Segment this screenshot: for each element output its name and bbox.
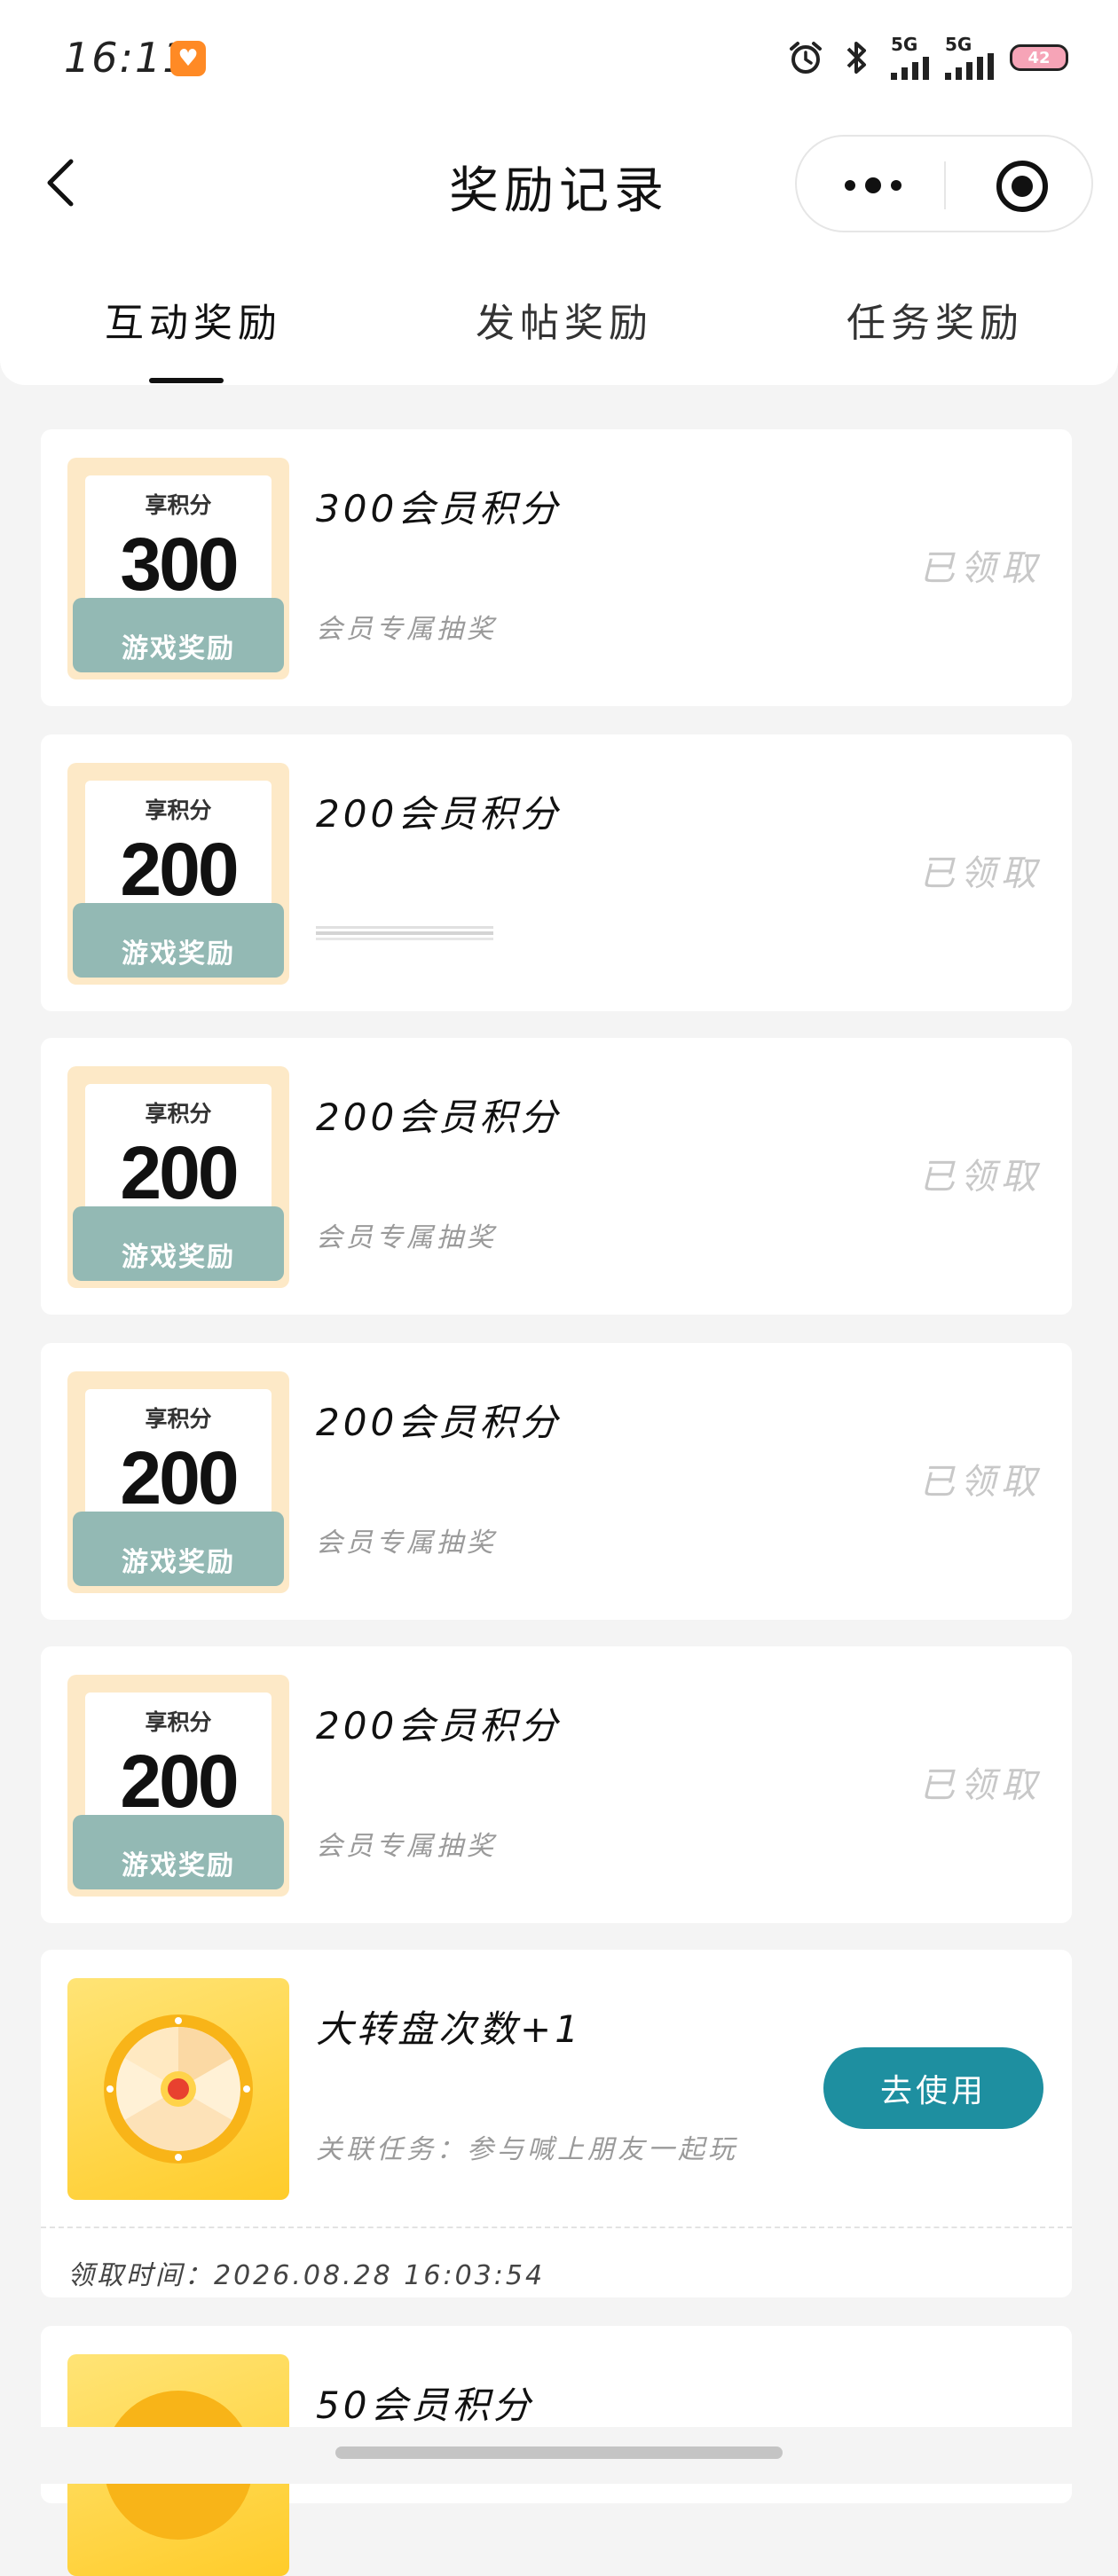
reward-card[interactable]: 享积分 300 游戏奖励 300会员积分 会员专属抽奖 已领取: [41, 429, 1072, 706]
thumb-footer: 游戏奖励: [122, 1850, 235, 1881]
points-thumbnail: 享积分 200 游戏奖励: [67, 1066, 289, 1288]
reward-card[interactable]: 享积分 200 游戏奖励 200会员积分 会员专属抽奖 已领取: [41, 1038, 1072, 1315]
reward-title: 300会员积分: [316, 487, 562, 530]
claim-time: 领取时间：2026.08.28 16:03:54: [67, 2260, 546, 2291]
thumb-footer: 游戏奖励: [122, 1242, 235, 1273]
thumb-label: 享积分: [145, 1709, 212, 1735]
thumb-label: 享积分: [145, 797, 212, 823]
battery-level: 42: [1027, 48, 1051, 67]
home-indicator[interactable]: [335, 2446, 783, 2459]
reward-card[interactable]: 享积分 200 游戏奖励 200会员积分 会员专属抽奖 已领取: [41, 1343, 1072, 1620]
heart-app-icon: ♥: [170, 41, 206, 76]
reward-title: 200会员积分: [316, 1096, 562, 1139]
bluetooth-icon: [846, 42, 866, 74]
tab-bar: 互动奖励 发帖奖励 任务奖励: [0, 277, 1118, 383]
tab-task-reward[interactable]: 任务奖励: [846, 291, 1024, 348]
blurred-subtitle: [316, 926, 493, 940]
reward-subtitle: 会员专属抽奖: [316, 1528, 497, 1559]
points-thumbnail: 享积分 200 游戏奖励: [67, 1675, 289, 1897]
reward-status: 已领取: [919, 548, 1042, 589]
thumb-value: 300: [120, 522, 239, 606]
reward-status: 已领取: [919, 853, 1042, 894]
tab-interaction-reward[interactable]: 互动奖励: [105, 291, 282, 348]
reward-title: 200会员积分: [316, 1401, 562, 1444]
points-thumbnail: 享积分 200 游戏奖励: [67, 763, 289, 985]
thumb-label: 享积分: [145, 1406, 212, 1432]
tab-post-reward[interactable]: 发帖奖励: [476, 291, 653, 348]
reward-title: 200会员积分: [316, 792, 562, 836]
alarm-icon: [790, 42, 822, 74]
reward-status: 已领取: [919, 1157, 1042, 1198]
signal-icon-2: 5G: [945, 35, 994, 80]
dashed-divider: [41, 2227, 1072, 2228]
reward-card[interactable]: 享积分 200 游戏奖励 200会员积分 已领取: [41, 734, 1072, 1011]
wheel-reward-card[interactable]: 大转盘次数+1 关联任务：参与喊上朋友一起玩 去使用 领取时间：2026.08.…: [41, 1950, 1072, 2297]
thumb-label: 享积分: [145, 1101, 212, 1127]
more-dots-icon[interactable]: [839, 163, 907, 208]
reward-card[interactable]: 享积分 200 游戏奖励 200会员积分 会员专属抽奖 已领取: [41, 1646, 1072, 1923]
wheel-thumbnail: [67, 1978, 289, 2200]
mini-program-capsule: [795, 135, 1093, 232]
signal-icon: 5G: [891, 35, 929, 80]
reward-title: 200会员积分: [316, 1704, 562, 1747]
target-icon[interactable]: [994, 158, 1051, 215]
thumb-footer: 游戏奖励: [122, 1547, 235, 1578]
reward-title: 50会员积分: [316, 2384, 534, 2427]
reward-subtitle: 会员专属抽奖: [316, 1222, 497, 1253]
points-thumbnail: 享积分 200 游戏奖励: [67, 1371, 289, 1593]
reward-subtitle: 会员专属抽奖: [316, 1831, 497, 1862]
thumb-value: 200: [120, 1131, 239, 1214]
thumb-footer: 游戏奖励: [122, 939, 235, 970]
thumb-value: 200: [120, 1436, 239, 1520]
reward-status: 已领取: [919, 1462, 1042, 1503]
reward-status: 已领取: [919, 1765, 1042, 1806]
reward-title: 大转盘次数+1: [316, 2007, 582, 2051]
capsule-divider: [944, 161, 946, 209]
thumb-value: 200: [120, 828, 239, 911]
tab-indicator: [149, 378, 224, 383]
points-thumbnail: 享积分 300 游戏奖励: [67, 458, 289, 679]
thumb-footer: 游戏奖励: [122, 633, 235, 664]
thumb-label: 享积分: [145, 492, 212, 518]
thumb-value: 200: [120, 1740, 239, 1823]
use-button[interactable]: 去使用: [823, 2047, 1043, 2129]
spin-wheel-icon: [104, 2014, 253, 2164]
header-area: 16:11 ♥ 5G 5G 42 奖励记录 互动奖励 发帖奖励 任务奖励: [0, 0, 1118, 385]
battery-icon: 42: [1010, 44, 1068, 71]
status-icons: 5G 5G 42: [788, 35, 1068, 80]
reward-subtitle: 会员专属抽奖: [316, 614, 497, 645]
reward-related-task: 关联任务：参与喊上朋友一起玩: [316, 2134, 738, 2165]
